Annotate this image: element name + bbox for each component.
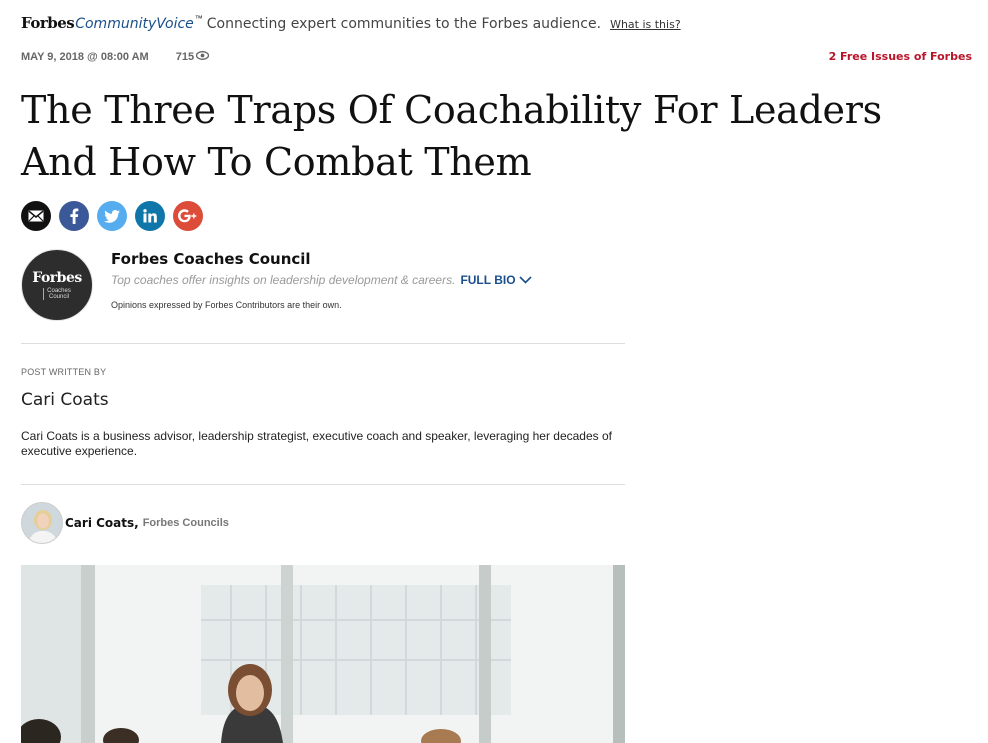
share-bar: [21, 201, 211, 231]
contributor-disclaimer: Opinions expressed by Forbes Contributor…: [111, 300, 342, 310]
post-written-by-label: POST WRITTEN BY: [21, 367, 107, 377]
chevron-down-icon: [518, 276, 532, 284]
council-description: Top coaches offer insights on leadership…: [111, 273, 532, 287]
author-bio: Cari Coats is a business advisor, leader…: [21, 429, 612, 458]
linkedin-icon[interactable]: [135, 201, 165, 231]
community-voice-bar: Forbes CommunityVoice ™ Connecting exper…: [21, 14, 681, 38]
free-issues-link[interactable]: 2 Free Issues of Forbes: [829, 50, 972, 63]
council-avatar-sub-line2: Council: [48, 293, 69, 300]
full-bio-label: FULL BIO: [460, 273, 516, 287]
author-name: Cari Coats: [21, 390, 109, 410]
hero-image: [21, 565, 625, 743]
trademark-symbol: ™: [194, 14, 203, 23]
email-icon[interactable]: [21, 201, 51, 231]
author-avatar[interactable]: [21, 502, 63, 544]
council-description-text: Top coaches offer insights on leadership…: [111, 273, 456, 287]
tagline: Connecting expert communities to the For…: [206, 16, 602, 32]
byline-author-link[interactable]: Cari Coats,: [65, 516, 139, 530]
byline-org-link[interactable]: Forbes Councils: [143, 517, 229, 529]
divider: [21, 343, 625, 344]
what-is-this-link[interactable]: What is this?: [610, 18, 681, 31]
council-block: Forbes Coaches Council Forbes Coaches Co…: [21, 249, 625, 321]
eye-icon: [195, 51, 210, 63]
divider: [21, 484, 625, 485]
council-avatar-sub: Coaches Council: [43, 287, 71, 300]
council-avatar[interactable]: Forbes Coaches Council: [21, 249, 93, 321]
article-meta: MAY 9, 2018 @ 08:00 AM 715: [21, 49, 210, 65]
council-name[interactable]: Forbes Coaches Council: [111, 250, 311, 268]
twitter-icon[interactable]: [97, 201, 127, 231]
forbes-logo[interactable]: Forbes: [21, 14, 75, 32]
full-bio-button[interactable]: FULL BIO: [460, 273, 532, 287]
publish-date: MAY 9, 2018 @ 08:00 AM: [21, 51, 149, 63]
article-headline: The Three Traps Of Coachability For Lead…: [21, 88, 882, 184]
facebook-icon[interactable]: [59, 201, 89, 231]
google-plus-icon[interactable]: [173, 201, 203, 231]
council-avatar-brand: Forbes: [32, 269, 82, 286]
community-voice-logo[interactable]: CommunityVoice: [75, 16, 194, 32]
byline: Cari Coats, Forbes Councils: [21, 502, 229, 544]
view-count: 715: [175, 51, 210, 63]
view-count-value: 715: [175, 51, 195, 63]
